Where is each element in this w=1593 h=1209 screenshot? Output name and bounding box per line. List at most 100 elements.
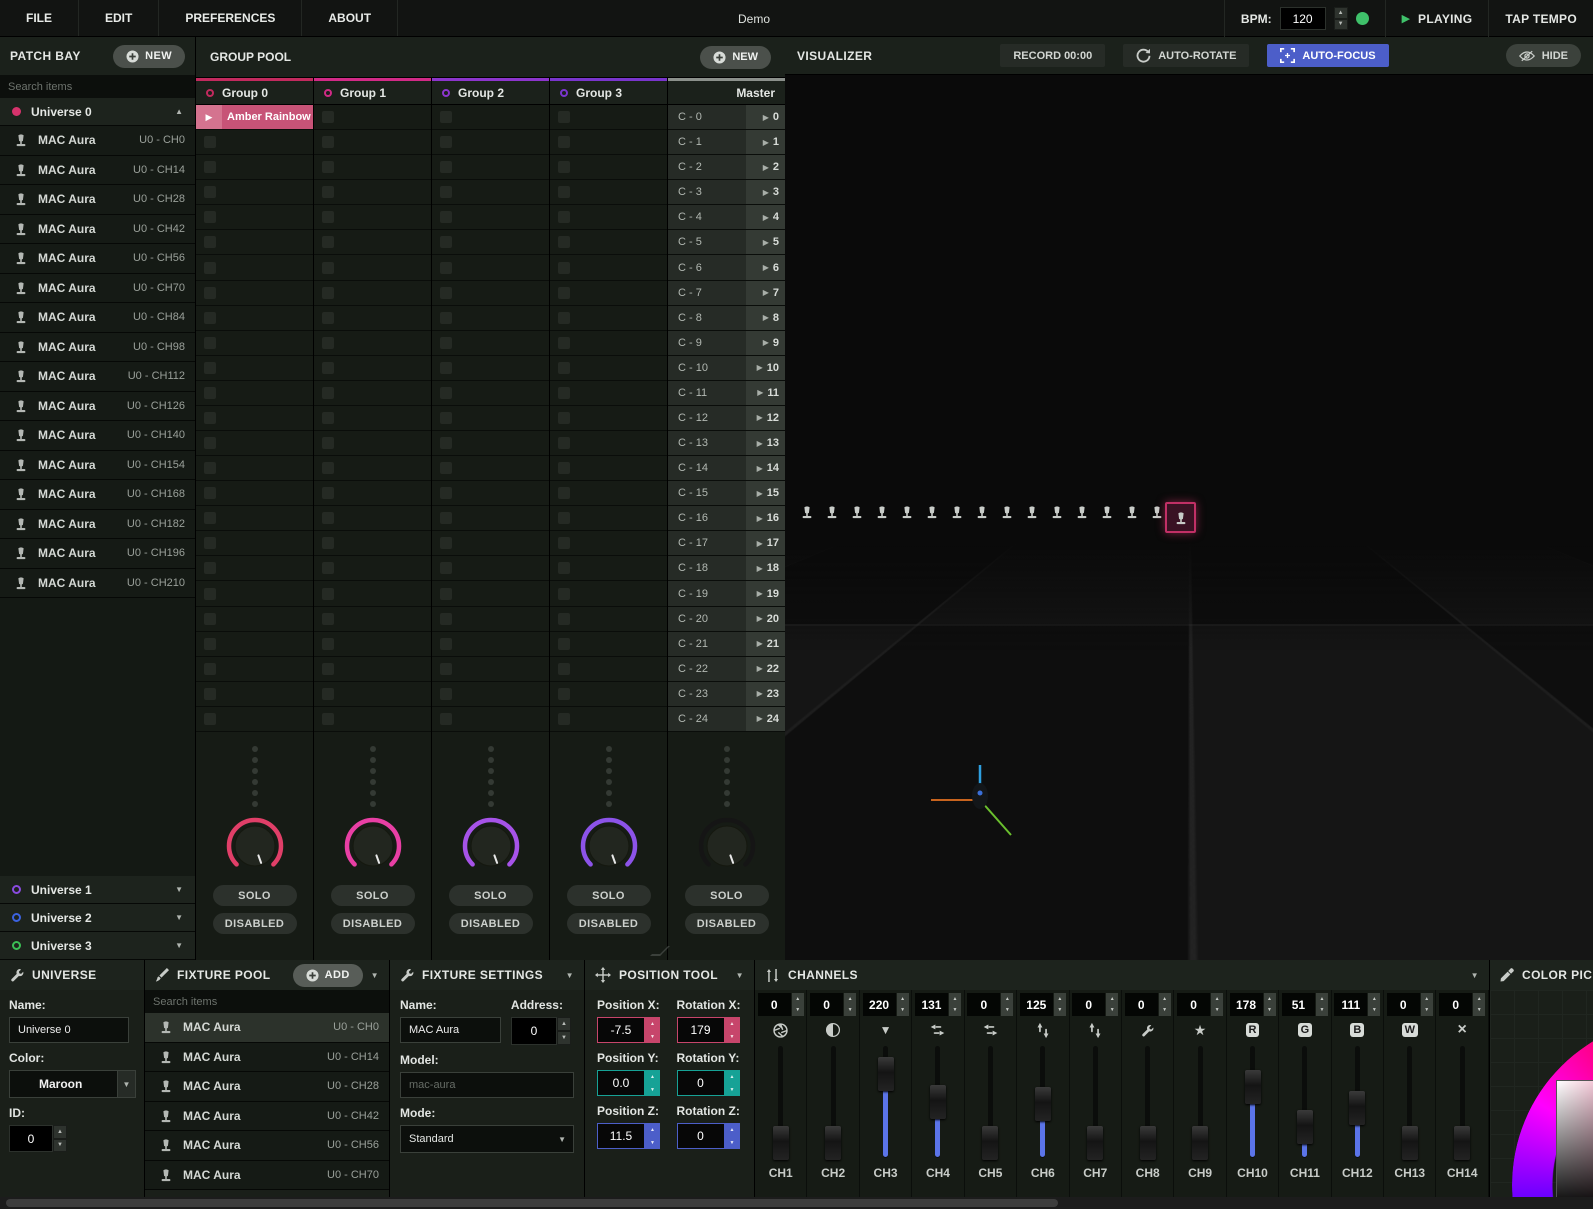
empty-clip-slot[interactable]	[314, 281, 431, 306]
empty-clip-slot[interactable]	[550, 281, 667, 306]
empty-clip-slot[interactable]	[550, 331, 667, 356]
empty-clip-slot[interactable]	[432, 682, 549, 707]
auto-focus-button[interactable]: AUTO-FOCUS	[1267, 44, 1388, 67]
tap-tempo-button[interactable]: TAP TEMPO	[1488, 0, 1593, 37]
channel-slider[interactable]	[1174, 1044, 1225, 1162]
patch-bay-fixture-row[interactable]: MAC Aura U0 - CH126	[0, 392, 195, 422]
cue-play-button[interactable]: ▶ 12	[746, 406, 785, 430]
patch-bay-fixture-row[interactable]: MAC Aura U0 - CH42	[0, 215, 195, 245]
empty-clip-slot[interactable]	[550, 456, 667, 481]
solo-button[interactable]: SOLO	[567, 885, 651, 906]
cue-play-button[interactable]: ▶ 10	[746, 356, 785, 380]
empty-clip-slot[interactable]	[432, 255, 549, 280]
empty-clip-slot[interactable]	[196, 632, 313, 657]
empty-clip-slot[interactable]	[432, 707, 549, 732]
channel-value-stepper[interactable]: ▲▼	[1472, 993, 1485, 1016]
cue-play-button[interactable]: ▶ 21	[746, 632, 785, 656]
empty-clip-slot[interactable]	[314, 356, 431, 381]
channel-slider[interactable]	[1279, 1044, 1330, 1162]
cue-play-button[interactable]: ▶ 5	[746, 230, 785, 254]
position-field-input[interactable]	[677, 1017, 725, 1043]
channel-slider[interactable]	[807, 1044, 858, 1162]
empty-clip-slot[interactable]	[314, 381, 431, 406]
universe-header[interactable]: Universe 1 ▼	[0, 876, 195, 904]
channel-slider[interactable]	[1070, 1044, 1121, 1162]
patch-bay-fixture-row[interactable]: MAC Aura U0 - CH182	[0, 510, 195, 540]
cue-play-button[interactable]: ▶ 22	[746, 657, 785, 681]
empty-clip-slot[interactable]	[196, 431, 313, 456]
empty-clip-slot[interactable]	[550, 230, 667, 255]
patch-bay-fixture-row[interactable]: MAC Aura U0 - CH154	[0, 451, 195, 481]
channel-value[interactable]: 111	[1334, 993, 1367, 1016]
group-volume-knob[interactable]	[344, 817, 402, 878]
empty-clip-slot[interactable]	[196, 406, 313, 431]
empty-clip-slot[interactable]	[432, 356, 549, 381]
empty-clip-slot[interactable]	[550, 506, 667, 531]
empty-clip-slot[interactable]	[550, 255, 667, 280]
channel-value-stepper[interactable]: ▲▼	[1105, 993, 1118, 1016]
fixture-pool-row[interactable]: MAC Aura U0 - CH56	[145, 1131, 389, 1161]
solo-button[interactable]: SOLO	[449, 885, 533, 906]
cue-play-button[interactable]: ▶ 0	[746, 105, 785, 129]
cue-play-button[interactable]: ▶ 17	[746, 531, 785, 555]
position-field-input[interactable]	[597, 1017, 645, 1043]
empty-clip-slot[interactable]	[314, 431, 431, 456]
cue-play-button[interactable]: ▶ 9	[746, 331, 785, 355]
patch-bay-fixture-row[interactable]: MAC Aura U0 - CH14	[0, 156, 195, 186]
group-volume-knob[interactable]	[462, 817, 520, 878]
channel-value[interactable]: 0	[1125, 993, 1158, 1016]
scrollbar-thumb[interactable]	[6, 1199, 1058, 1207]
empty-clip-slot[interactable]	[314, 556, 431, 581]
universe-name-input[interactable]	[9, 1017, 129, 1043]
resize-handle[interactable]	[655, 946, 665, 956]
empty-clip-slot[interactable]	[432, 657, 549, 682]
empty-clip-slot[interactable]	[196, 255, 313, 280]
clip-cell[interactable]: ▶Amber Rainbow	[196, 105, 313, 130]
fixture-pool-search-input[interactable]	[145, 990, 389, 1013]
group-volume-knob[interactable]	[226, 817, 284, 878]
empty-clip-slot[interactable]	[314, 657, 431, 682]
scene-fixture[interactable]	[925, 505, 941, 529]
channel-value-stepper[interactable]: ▲▼	[896, 993, 909, 1016]
empty-clip-slot[interactable]	[432, 481, 549, 506]
empty-clip-slot[interactable]	[550, 306, 667, 331]
patch-bay-fixture-row[interactable]: MAC Aura U0 - CH210	[0, 569, 195, 599]
empty-clip-slot[interactable]	[314, 130, 431, 155]
disabled-button[interactable]: DISABLED	[449, 913, 533, 934]
scene-fixture[interactable]	[850, 505, 866, 529]
chevron-down-icon[interactable]: ▼	[736, 971, 744, 980]
playing-button[interactable]: ▶ PLAYING	[1385, 0, 1489, 37]
empty-clip-slot[interactable]	[550, 406, 667, 431]
channel-slider[interactable]	[1436, 1044, 1487, 1162]
empty-clip-slot[interactable]	[432, 155, 549, 180]
chevron-down-icon[interactable]: ▼	[1334, 19, 1348, 31]
channel-slider-handle[interactable]	[1245, 1070, 1261, 1104]
channel-slider[interactable]	[1384, 1044, 1435, 1162]
empty-clip-slot[interactable]	[550, 130, 667, 155]
empty-clip-slot[interactable]	[314, 230, 431, 255]
universe-header[interactable]: Universe 3 ▼	[0, 932, 195, 960]
empty-clip-slot[interactable]	[550, 381, 667, 406]
group-pool-new-button[interactable]: NEW	[700, 46, 771, 69]
scene-fixture[interactable]	[800, 505, 816, 529]
hide-button[interactable]: HIDE	[1506, 44, 1581, 67]
patch-bay-fixture-row[interactable]: MAC Aura U0 - CH0	[0, 126, 195, 156]
empty-clip-slot[interactable]	[196, 155, 313, 180]
empty-clip-slot[interactable]	[314, 105, 431, 130]
clip-name[interactable]: Amber Rainbow	[222, 105, 313, 129]
empty-clip-slot[interactable]	[432, 581, 549, 606]
empty-clip-slot[interactable]	[196, 381, 313, 406]
channel-slider-handle[interactable]	[1140, 1126, 1156, 1160]
universe-header[interactable]: Universe 2 ▼	[0, 904, 195, 932]
expand-icon[interactable]: ▼	[175, 941, 183, 950]
channel-value-stepper[interactable]: ▲▼	[1315, 993, 1328, 1016]
position-field-stepper[interactable]: ▲▼	[725, 1070, 740, 1096]
empty-clip-slot[interactable]	[196, 281, 313, 306]
solo-button[interactable]: SOLO	[213, 885, 297, 906]
channel-slider-handle[interactable]	[825, 1126, 841, 1160]
scene-fixture[interactable]	[1150, 505, 1166, 529]
empty-clip-slot[interactable]	[196, 556, 313, 581]
empty-clip-slot[interactable]	[550, 632, 667, 657]
channel-value[interactable]: 0	[967, 993, 1000, 1016]
channel-slider[interactable]	[1122, 1044, 1173, 1162]
